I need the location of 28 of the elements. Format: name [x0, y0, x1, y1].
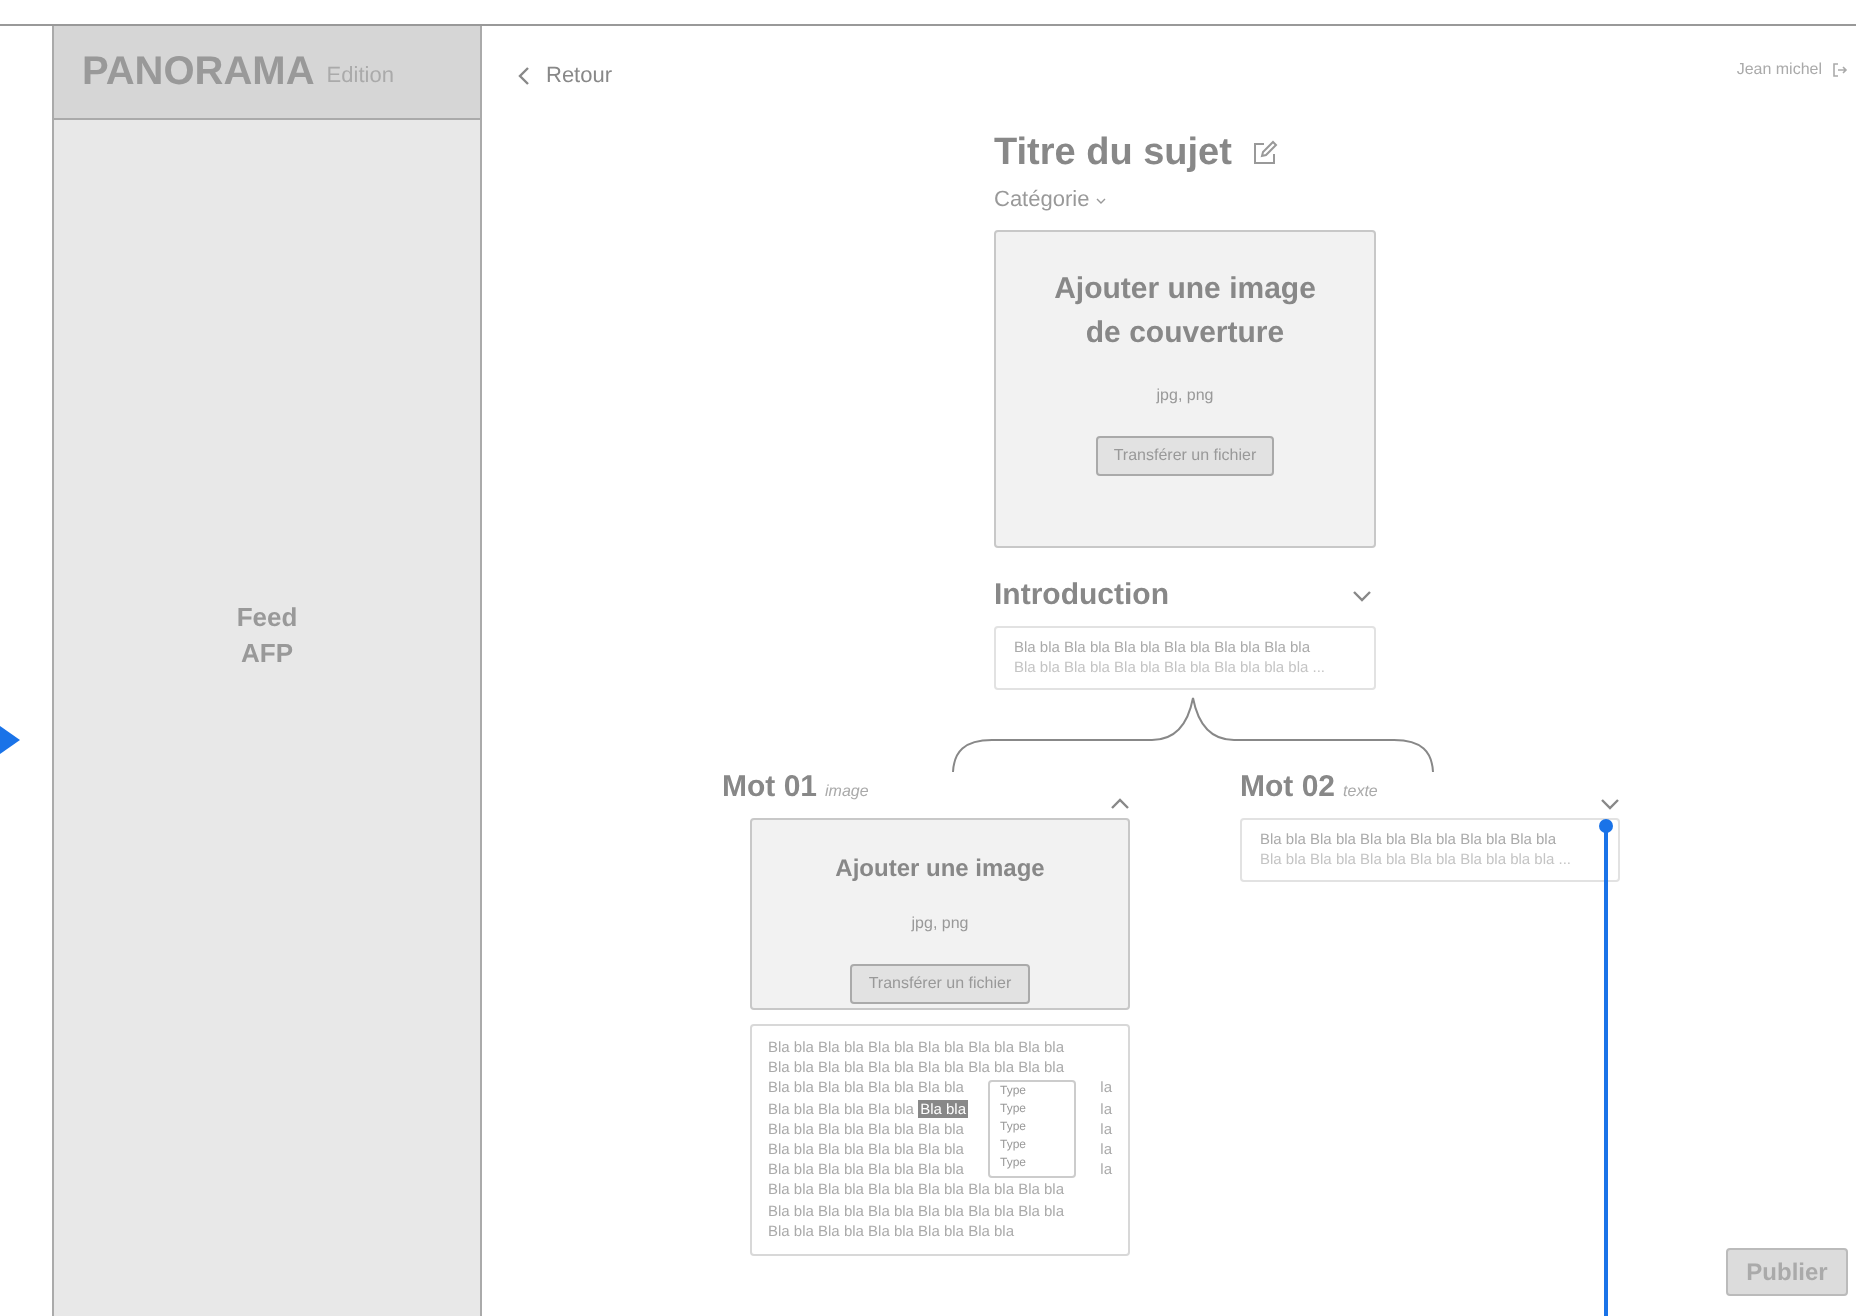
upload-button[interactable]: Transférer un fichier	[1095, 435, 1275, 475]
subject-title: Titre du sujet	[994, 129, 1232, 177]
text-area[interactable]	[750, 1024, 1130, 1256]
logout-icon[interactable]	[1832, 61, 1848, 78]
chevron-left-icon	[518, 66, 530, 87]
chevron-up-icon[interactable]	[1110, 798, 1130, 810]
word-type: texte	[1343, 779, 1378, 803]
upload-button[interactable]: Transférer un fichier	[850, 964, 1030, 1004]
chevron-down-icon	[1095, 197, 1106, 204]
back-link[interactable]: Retour	[518, 60, 613, 93]
category-dropdown[interactable]: Catégorie	[994, 184, 1106, 217]
upload-title: Ajouter une image	[1054, 269, 1316, 309]
word-title: Mot 02	[1240, 767, 1336, 807]
arrow-icon	[0, 726, 20, 754]
edit-icon[interactable]	[1251, 140, 1278, 167]
word-title: Mot 01	[722, 767, 818, 807]
nav-label[interactable]: Feed	[236, 600, 298, 636]
file-formats: jpg, png	[911, 912, 969, 936]
chevron-down-icon[interactable]	[1600, 798, 1620, 810]
upload-title: de couverture	[1085, 313, 1285, 353]
logo-text: PANORAMA	[82, 48, 315, 98]
chevron-down-icon[interactable]	[1352, 589, 1372, 602]
section-title: Introduction	[994, 575, 1169, 615]
file-formats: jpg, png	[1156, 383, 1214, 407]
user-name[interactable]: Jean michel	[1736, 57, 1822, 82]
word-type: image	[825, 779, 869, 803]
nav-label[interactable]: AFP	[241, 636, 293, 672]
upload-title: Ajouter une image	[835, 852, 1045, 884]
